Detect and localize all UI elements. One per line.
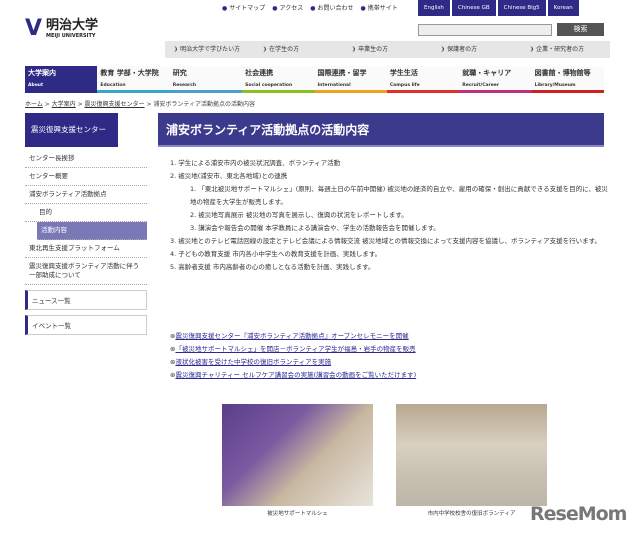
sidebar-item[interactable]: 浦安ボランティア活動拠点 [25,186,147,204]
sitemap-link[interactable]: サイトマップ [222,3,265,12]
aud-alumni[interactable]: 卒業生の方 [343,41,432,58]
sidebar-subitem[interactable]: 目的 [25,204,147,222]
related-link[interactable]: 震災復興チャリティー セルフケア講習会の実施(講習会の動画をご覧いただけます) [170,369,416,382]
nav-education[interactable]: 教育 学部・大学院 Education [97,66,170,93]
logo-mark-icon: V [25,16,43,41]
list-item: 5. 高齢者支援 市内高齢者の心の癒しとなる活動を計画、実践します。 [170,263,375,271]
resemom-watermark: ReseMom [530,503,627,525]
related-link[interactable]: 震災復興支援センター『浦安ボランティア活動拠点』オープンセレモニーを開催 [170,330,416,343]
photo-caption: 被災地サポートマルシェ [267,511,328,517]
logo-en: MEIJI UNIVERSITY [46,33,96,39]
lang-chinese-gb[interactable]: Chinese GB [451,0,496,16]
sidebar-subitem-active[interactable]: 活動内容 [37,222,147,240]
related-links: 震災復興支援センター『浦安ボランティア活動拠点』オープンセレモニーを開催 「被災… [170,330,416,382]
top-links: サイトマップ アクセス お問い合わせ 携帯サイト [222,3,398,12]
nav-international[interactable]: 国際連携・留学 International [314,66,387,93]
logo-jp: 明治大学 [46,18,99,33]
main-nav: 大学案内 About 教育 学部・大学院 Education 研究 Research … [25,66,604,93]
photo-marche [222,404,373,506]
lang-chinese-big5[interactable]: Chinese Big5 [497,0,546,16]
sidebar-item[interactable]: 東北再生支援プラットフォーム [25,240,147,258]
list-item: 1. 「東北被災地サポートマルシェ」(原則、毎週土日の午前中開催) 被災地の経済… [190,185,608,206]
contact-link[interactable]: お問い合わせ [310,3,353,12]
event-list-link[interactable]: イベント一覧 [25,315,147,335]
aud-prospective[interactable]: 明治大学で学びたい方 [165,41,254,58]
sidebar-title[interactable]: 震災復興支援センター [25,113,118,147]
related-link[interactable]: 液状化被害を受けた中学校の復旧ボランティアを実施 [170,356,416,369]
search-button[interactable]: 検索 [557,23,604,36]
audience-nav: 明治大学で学びたい方 在学生の方 卒業生の方 保護者の方 企業・研究者の方 [165,41,610,58]
page-title: 浦安ボランティア活動拠点の活動内容 [158,113,604,147]
aud-students[interactable]: 在学生の方 [254,41,343,58]
lang-korean[interactable]: Korean [547,0,579,16]
aud-parents[interactable]: 保護者の方 [432,41,521,58]
list-item: 3. 被災地とのテレビ電話回線の設定とテレビ会議による情報交流 被災地域との情報… [170,237,601,245]
crumb-center[interactable]: 震災復興支援センター [85,101,145,108]
crumb-home[interactable]: ホーム [25,101,43,108]
news-list-link[interactable]: ニュース一覧 [25,290,147,310]
nav-library[interactable]: 図書館・博物館等 Library/Museum [531,66,604,93]
list-item: 2. 被災地写真展示 被災地の写真を展示し、復興の状況をレポートします。 [190,211,408,219]
sidebar-item[interactable]: センター長挨拶 [25,150,147,168]
nav-social[interactable]: 社会連携 Social cooperation [242,66,315,93]
crumb-about[interactable]: 大学案内 [52,101,76,108]
nav-campus[interactable]: 学生生活 Campus life [386,66,460,93]
lang-english[interactable]: English [418,0,450,16]
list-item: 3. 講演会や報告会の開催 本学教員による講演会や、学生の活動報告会を開催します… [190,224,440,232]
mobile-link[interactable]: 携帯サイト [360,3,398,12]
access-link[interactable]: アクセス [272,3,304,12]
nav-research[interactable]: 研究 Research [169,66,243,93]
aud-companies[interactable]: 企業・研究者の方 [521,41,610,58]
sidebar-item[interactable]: センター概要 [25,168,147,186]
search-input[interactable] [418,24,552,36]
list-item: 4. 子どもの教育支援 市内各小中学生への教育支援を計画、実践します。 [170,250,382,258]
photo-caption: 市内中学校校舎の復旧ボランティア [427,511,516,517]
crumb-current: 浦安ボランティア活動拠点の活動内容 [153,101,256,108]
logo[interactable]: V 明治大学 MEIJI UNIVERSITY [25,18,98,40]
list-item: 1. 学生による浦安市内の被災状況調査、ボランティア活動 [170,159,341,167]
sidebar-item[interactable]: 震災復興支援ボランティア活動に伴う一部助成について [25,258,147,285]
nav-career[interactable]: 就職・キャリア Recruit/Career [459,66,532,93]
breadcrumb: ホーム > 大学案内 > 震災復興支援センター > 浦安ボランティア活動拠点の活… [25,101,256,108]
language-bar: English Chinese GB Chinese Big5 Korean [418,0,579,16]
related-link[interactable]: 「被災地サポートマルシェ」を開店－ボランティア学生が福島・岩手の物産を販売 [170,343,416,356]
nav-about[interactable]: 大学案内 About [25,66,98,93]
activity-list: 1. 学生による浦安市内の被災状況調査、ボランティア活動 2. 被災地(浦安市、… [170,157,610,274]
photo-school-volunteer [396,404,547,506]
sidebar: センター長挨拶 センター概要 浦安ボランティア活動拠点 目的 活動内容 東北再生… [25,150,147,335]
list-item: 2. 被災地(浦安市、東北各地域)との連携 [170,172,288,180]
